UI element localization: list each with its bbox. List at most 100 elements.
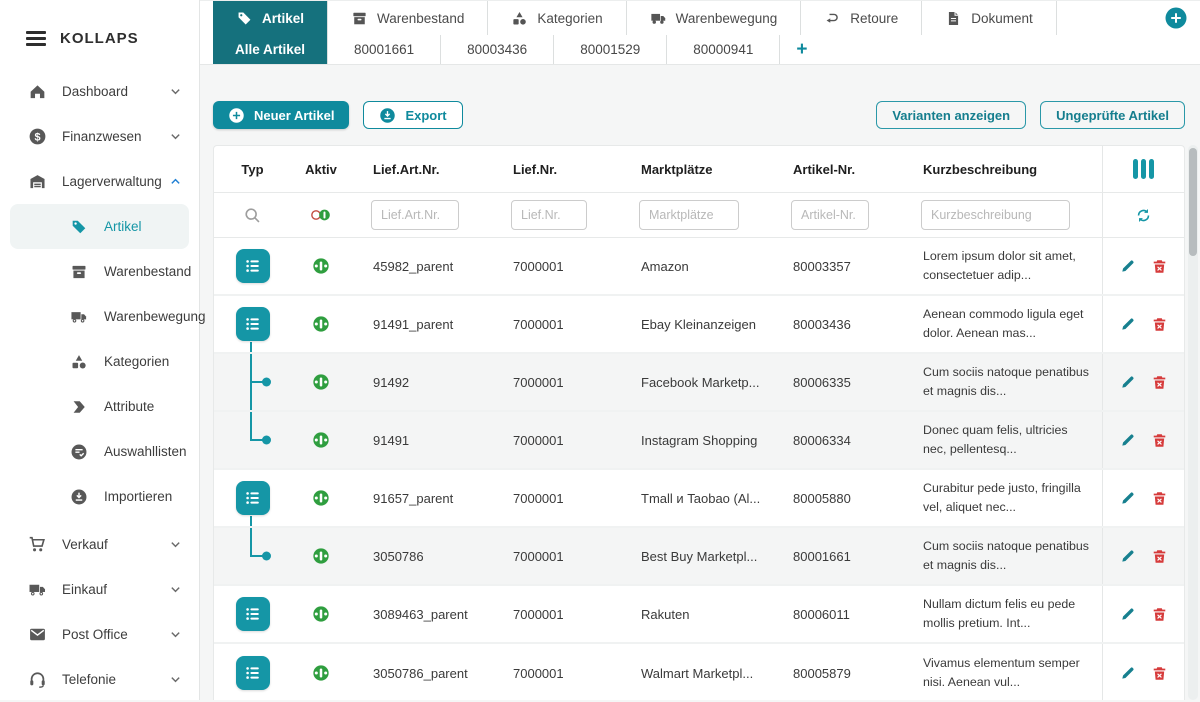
columns-settings-icon[interactable] bbox=[1133, 159, 1154, 179]
typ-cell bbox=[214, 238, 291, 294]
menu-icon[interactable] bbox=[26, 31, 46, 46]
aktiv-cell bbox=[291, 644, 351, 700]
unchecked-articles-button[interactable]: Ungeprüfte Artikel bbox=[1040, 101, 1185, 129]
filter-artikel-nr-input[interactable] bbox=[791, 200, 869, 230]
return-icon bbox=[824, 10, 841, 27]
delete-button[interactable] bbox=[1151, 665, 1168, 682]
sidebar-item-post-office[interactable]: Post Office bbox=[0, 612, 199, 657]
article-tab-bar: Alle Artikel 80001661 80003436 80001529 … bbox=[200, 35, 1200, 65]
marktplaetze-cell: Best Buy Marketpl... bbox=[619, 528, 771, 584]
edit-button[interactable] bbox=[1120, 490, 1136, 506]
typ-cell bbox=[214, 644, 291, 700]
sidebar-item-telefonie[interactable]: Telefonie bbox=[0, 657, 199, 702]
truck-icon bbox=[650, 10, 667, 27]
active-toggle-icon[interactable] bbox=[312, 547, 330, 565]
active-toggle-icon[interactable] bbox=[312, 605, 330, 623]
variant-list-icon[interactable] bbox=[236, 481, 270, 515]
edit-button[interactable] bbox=[1120, 432, 1136, 448]
table-row: 91491 7000001 Instagram Shopping 8000633… bbox=[214, 412, 1184, 470]
stock-box-icon bbox=[70, 263, 88, 281]
refresh-button[interactable] bbox=[1134, 206, 1153, 225]
edit-button[interactable] bbox=[1120, 606, 1136, 622]
edit-button[interactable] bbox=[1120, 316, 1136, 332]
variant-list-icon[interactable] bbox=[236, 656, 270, 690]
sidebar-subitem-kategorien[interactable]: Kategorien bbox=[10, 339, 189, 384]
sidebar-subitem-artikel[interactable]: Artikel bbox=[10, 204, 189, 249]
active-toggle-icon[interactable] bbox=[312, 489, 330, 507]
show-variants-button[interactable]: Varianten anzeigen bbox=[876, 101, 1026, 129]
filter-lief-art-nr-input[interactable] bbox=[371, 200, 459, 230]
kurzbeschreibung-cell: Cum sociis natoque penatibus et magnis d… bbox=[901, 528, 1102, 584]
active-toggle-icon[interactable] bbox=[312, 257, 330, 275]
variant-list-icon[interactable] bbox=[236, 597, 270, 631]
artikel-nr-cell: 80005879 bbox=[771, 644, 901, 700]
active-state-filter-icon[interactable] bbox=[310, 208, 332, 222]
delete-button[interactable] bbox=[1151, 548, 1168, 565]
artikel-nr-cell: 80001661 bbox=[771, 528, 901, 584]
active-toggle-icon[interactable] bbox=[312, 664, 330, 682]
delete-button[interactable] bbox=[1151, 374, 1168, 391]
delete-button[interactable] bbox=[1151, 490, 1168, 507]
plus-circle-icon bbox=[228, 107, 245, 124]
lief-art-nr-cell: 3089463_parent bbox=[351, 586, 491, 642]
table-scrollbar-thumb[interactable] bbox=[1189, 148, 1197, 256]
trash-x-icon bbox=[1151, 606, 1168, 623]
tab-warenbestand[interactable]: Warenbestand bbox=[327, 1, 487, 35]
subtab-80003436[interactable]: 80003436 bbox=[440, 35, 553, 64]
variant-list-icon[interactable] bbox=[236, 249, 270, 283]
subtab-80001661[interactable]: 80001661 bbox=[327, 35, 440, 64]
sidebar-subitem-auswahllisten[interactable]: Auswahllisten bbox=[10, 429, 189, 474]
subtab-80001529[interactable]: 80001529 bbox=[553, 35, 666, 64]
variant-list-icon[interactable] bbox=[236, 307, 270, 341]
trash-x-icon bbox=[1151, 316, 1168, 333]
articles-table: Typ Aktiv Lief.Art.Nr. Lief.Nr. Marktplä… bbox=[213, 145, 1185, 700]
edit-button[interactable] bbox=[1120, 374, 1136, 390]
lief-art-nr-cell: 91492 bbox=[351, 354, 491, 410]
tab-warenbewegung[interactable]: Warenbewegung bbox=[626, 1, 801, 35]
marktplaetze-cell: Tmall и Taobao (Al... bbox=[619, 470, 771, 526]
trash-x-icon bbox=[1151, 548, 1168, 565]
table-filter-row bbox=[214, 193, 1184, 238]
delete-button[interactable] bbox=[1151, 606, 1168, 623]
table-row: 3089463_parent 7000001 Rakuten 80006011 … bbox=[214, 586, 1184, 644]
active-toggle-icon[interactable] bbox=[312, 431, 330, 449]
active-toggle-icon[interactable] bbox=[312, 315, 330, 333]
filter-marktplaetze-input[interactable] bbox=[639, 200, 739, 230]
export-button[interactable]: Export bbox=[363, 101, 462, 129]
new-article-button[interactable]: Neuer Artikel bbox=[213, 101, 349, 129]
tab-dokument[interactable]: Dokument bbox=[921, 1, 1057, 35]
sidebar-subitem-warenbestand[interactable]: Warenbestand bbox=[10, 249, 189, 294]
filter-lief-nr-input[interactable] bbox=[511, 200, 587, 230]
edit-button[interactable] bbox=[1120, 665, 1136, 681]
delete-button[interactable] bbox=[1151, 316, 1168, 333]
sidebar-item-dashboard[interactable]: Dashboard bbox=[0, 69, 199, 114]
tab-kategorien[interactable]: Kategorien bbox=[487, 1, 625, 35]
delete-button[interactable] bbox=[1151, 432, 1168, 449]
pencil-icon bbox=[1120, 490, 1136, 506]
add-tab-button[interactable] bbox=[1165, 7, 1187, 29]
artikel-nr-cell: 80003436 bbox=[771, 296, 901, 352]
tab-retoure[interactable]: Retoure bbox=[800, 1, 921, 35]
active-toggle-icon[interactable] bbox=[312, 373, 330, 391]
column-header-kurzbeschreibung: Kurzbeschreibung bbox=[901, 146, 1102, 192]
sidebar-item-finanzwesen[interactable]: $ Finanzwesen bbox=[0, 114, 199, 159]
sidebar-subitem-attribute[interactable]: Attribute bbox=[10, 384, 189, 429]
delete-button[interactable] bbox=[1151, 258, 1168, 275]
subtab-80000941[interactable]: 80000941 bbox=[666, 35, 779, 64]
subtab-alle-artikel[interactable]: Alle Artikel bbox=[213, 35, 327, 64]
sidebar-item-einkauf[interactable]: Einkauf bbox=[0, 567, 199, 612]
sidebar-item-lagerverwaltung[interactable]: Lagerverwaltung bbox=[0, 159, 199, 204]
tab-artikel[interactable]: Artikel bbox=[213, 1, 327, 35]
headset-icon bbox=[28, 670, 47, 689]
sidebar-subitem-importieren[interactable]: Importieren bbox=[10, 474, 189, 519]
filter-kurzbeschreibung-input[interactable] bbox=[921, 200, 1070, 230]
lief-nr-cell: 7000001 bbox=[491, 354, 619, 410]
sidebar-item-verkauf[interactable]: Verkauf bbox=[0, 522, 199, 567]
sidebar-subitem-warenbewegung[interactable]: Warenbewegung bbox=[10, 294, 189, 339]
edit-button[interactable] bbox=[1120, 548, 1136, 564]
lief-nr-cell: 7000001 bbox=[491, 528, 619, 584]
pencil-icon bbox=[1120, 665, 1136, 681]
chevron-down-icon bbox=[170, 629, 181, 640]
edit-button[interactable] bbox=[1120, 258, 1136, 274]
add-article-tab-button[interactable]: + bbox=[779, 35, 823, 64]
